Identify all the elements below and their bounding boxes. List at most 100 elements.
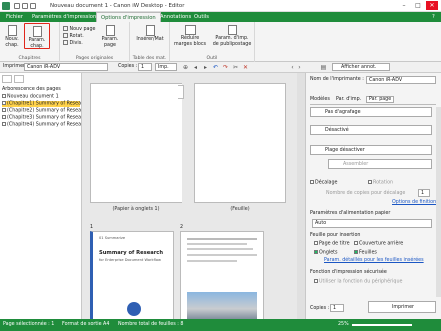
divide-label: Divis.	[69, 41, 83, 46]
tab-print-params[interactable]: Par. d'imp.	[336, 97, 361, 102]
move-left-icon[interactable]: ◂	[192, 64, 199, 71]
tree-item-label: (Chapitre1) Summary of Resea	[7, 101, 82, 107]
delete-icon[interactable]: ✕	[242, 64, 249, 71]
page-param-button[interactable]: Param. page	[98, 25, 122, 48]
redo-icon[interactable]: ↷	[222, 64, 229, 71]
tab-print-options[interactable]: Options d'impression	[96, 12, 161, 22]
maximize-button[interactable]: □	[412, 1, 424, 10]
divide-button[interactable]: Divis.	[63, 40, 83, 47]
right-copies-input[interactable]: 1	[330, 304, 344, 312]
page-view: (Papier à onglets 1) (Feuille) 1 01 Summ…	[82, 73, 305, 321]
move-right-icon[interactable]: ▸	[202, 64, 209, 71]
back-cover-label: Couverture arrière	[359, 241, 404, 247]
cover-checkbox[interactable]: Page de titre	[314, 241, 350, 247]
reduce-margins-label: Réduire marges blocs	[174, 36, 206, 47]
new-chapter-button[interactable]: Nouv. chap.	[3, 25, 21, 48]
chapter-icon	[2, 108, 6, 112]
tree-item-chapter4[interactable]: (Chapitre4) Summary of Resea	[2, 122, 81, 128]
tab-print-settings[interactable]: Paramètres d'impression	[28, 12, 100, 22]
mailmerge-param-button[interactable]: Param. d'imp. de publipostage	[212, 25, 252, 47]
page-param-icon	[105, 25, 115, 36]
assemble-select[interactable]: Assembler	[328, 159, 432, 169]
page-tree-pane: Arborescence des pages Nouveau document …	[0, 73, 82, 319]
copies-input[interactable]: 1	[138, 63, 152, 71]
close-button[interactable]: ✕	[426, 1, 438, 10]
rotation-checkbox[interactable]: Rotation	[368, 180, 393, 186]
save-icon[interactable]	[14, 3, 20, 9]
divide-icon	[63, 40, 68, 45]
vertical-scrollbar[interactable]	[297, 73, 305, 319]
logo-icon	[127, 302, 141, 316]
printer-name-select[interactable]: Canon iR-ADV	[366, 76, 436, 84]
rotate-label: Rotat.	[69, 34, 84, 39]
tab-page-params[interactable]: Par. page	[366, 96, 395, 103]
undo-icon[interactable]: ↶	[212, 64, 219, 71]
cover-check	[314, 241, 318, 245]
printer-select[interactable]: Canon iR-ADV	[24, 63, 108, 71]
print-quick-icon[interactable]	[22, 3, 28, 9]
window-title: Nouveau document 1 - Canon iW Desktop - …	[50, 3, 185, 9]
printer-name-label: Nom de l'imprimante :	[310, 77, 364, 82]
title-bar: Nouveau document 1 - Canon iW Desktop - …	[0, 0, 441, 12]
undo-quick-icon[interactable]	[30, 3, 36, 9]
insert-detail-link[interactable]: Param. détaillés pour les feuilles insér…	[324, 258, 424, 263]
panel-icon[interactable]: ▤	[320, 64, 327, 71]
page-thumb-sheet[interactable]	[194, 83, 286, 203]
next-arrow-icon[interactable]: ›	[296, 64, 303, 71]
text-line	[187, 238, 257, 240]
tree-item-chapter2[interactable]: (Chapitre2) Summary of Resea	[2, 108, 81, 114]
chapter-param-button[interactable]: Param. chap.	[24, 23, 50, 49]
thumb-tab-icon[interactable]	[14, 75, 24, 83]
tree-root[interactable]: Nouveau document 1	[2, 94, 59, 100]
binding-select[interactable]: Désactivé	[310, 125, 432, 135]
zoom-icon[interactable]: ⊕	[182, 64, 189, 71]
secure-section-heading: Fonction d'impression sécurisée	[310, 270, 387, 275]
back-cover-checkbox[interactable]: Couverture arrière	[354, 241, 403, 247]
tab-file[interactable]: Fichier	[2, 12, 27, 22]
stapling-select[interactable]: Pas d'agrafage	[310, 107, 432, 117]
zoom-slider[interactable]	[352, 324, 412, 326]
insert-edit-button[interactable]: Insérer/Mat	[132, 25, 168, 43]
prev-arrow-icon[interactable]: ‹	[289, 64, 296, 71]
finishing-options-link[interactable]: Options de finition	[392, 200, 436, 205]
page-label-sheet: (Feuille)	[230, 207, 250, 212]
right-scrollbar[interactable]	[436, 107, 441, 297]
page-thumb-content2[interactable]	[180, 231, 264, 321]
zoom-value: 25%	[338, 322, 349, 327]
group-toc: Insérer/Mat Table des mat.	[130, 22, 170, 62]
insert-section-heading: Feuille pour insertion	[310, 233, 361, 238]
cut-icon[interactable]: ✂	[232, 64, 239, 71]
ribbon: Nouv. chap. Param. chap. Chapitres Nouv …	[0, 22, 441, 62]
reduce-margins-button[interactable]: Réduire marges blocs	[172, 25, 208, 47]
show-annotations-button[interactable]: Afficher annot.	[332, 63, 390, 71]
tab-models[interactable]: Modèles	[310, 97, 330, 102]
sheets-checkbox[interactable]: Feuilles	[354, 250, 377, 256]
sheets-label: Feuilles	[359, 250, 377, 256]
chapter-icon	[2, 101, 6, 105]
secure-checkbox[interactable]: Utiliser la fonction du périphérique	[314, 279, 402, 285]
right-print-button[interactable]: Imprimer	[368, 301, 436, 313]
offset-label: Décalage	[315, 180, 338, 186]
tray-select[interactable]: Plage désactiver	[310, 145, 432, 155]
doc-header-text: 01 Summarize	[99, 236, 126, 240]
rotate-button[interactable]: Rotat.	[63, 33, 84, 40]
cover-label: Page de titre	[319, 241, 350, 247]
help-icon[interactable]: ?	[428, 12, 439, 22]
page-thumb-content1[interactable]: 01 Summarize Summary of Research for Ent…	[90, 231, 174, 321]
tree-item-chapter3[interactable]: (Chapitre3) Summary of Resea	[2, 115, 81, 121]
chapter-icon	[2, 122, 6, 126]
tabs-checkbox[interactable]: Onglets	[314, 250, 338, 256]
tab-tools[interactable]: Outils	[190, 12, 213, 22]
page-thumb-tab[interactable]	[90, 83, 182, 203]
minimize-button[interactable]: –	[398, 1, 410, 10]
photo-image	[187, 292, 257, 320]
print-button[interactable]: Imp.	[155, 63, 177, 71]
tree-item-chapter1[interactable]: (Chapitre1) Summary of Resea	[2, 101, 82, 107]
new-page-button[interactable]: Nouv page	[63, 26, 95, 33]
rotation-label: Rotation	[373, 180, 394, 186]
offset-copies-input[interactable]: 1	[418, 189, 430, 197]
offset-checkbox[interactable]: Décalage	[310, 180, 338, 186]
feed-select[interactable]: Auto	[312, 219, 432, 228]
status-selected: Page sélectionnée : 1	[3, 322, 55, 327]
tree-tab-icon[interactable]	[2, 75, 12, 83]
